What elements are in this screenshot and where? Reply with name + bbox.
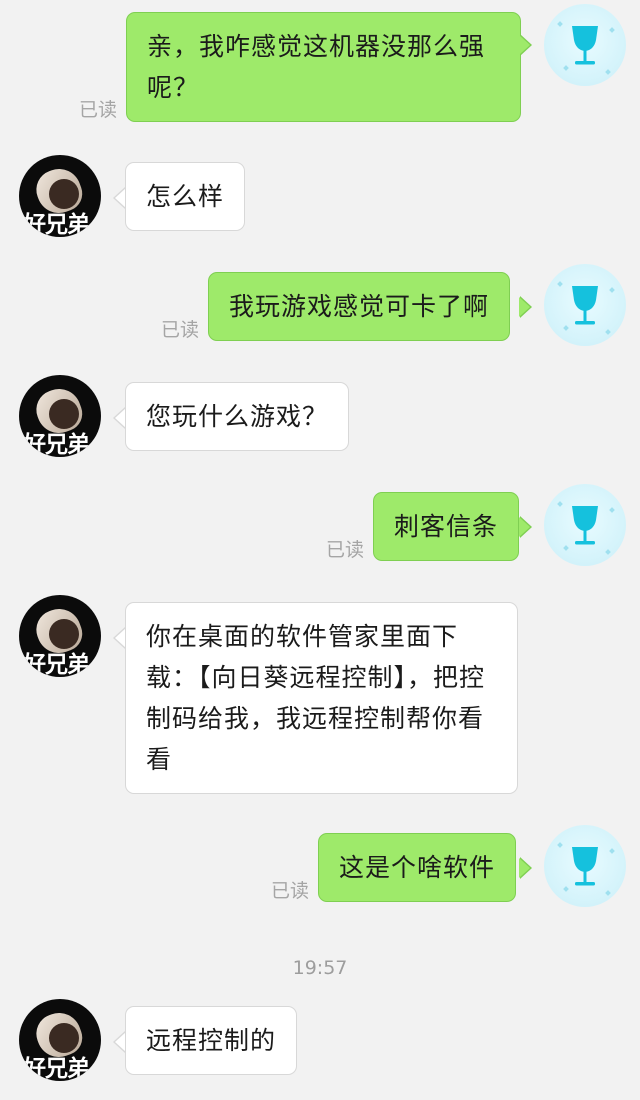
self-avatar[interactable] xyxy=(544,825,626,907)
contact-avatar[interactable]: 好兄弟 xyxy=(19,595,101,677)
message-text: 这是个啥软件 xyxy=(339,853,496,882)
wine-glass-icon xyxy=(572,847,598,886)
avatar-text: 好兄弟 xyxy=(23,432,90,457)
self-avatar[interactable] xyxy=(544,4,626,86)
message-bubble-outgoing[interactable]: 亲，我咋感觉这机器没那么强呢？ xyxy=(126,12,521,122)
message-text: 刺客信条 xyxy=(394,512,499,541)
message-text: 我玩游戏感觉可卡了啊 xyxy=(229,292,490,321)
bubble-tail xyxy=(519,858,530,878)
message-text: 远程控制的 xyxy=(146,1026,277,1055)
bubble-tail xyxy=(519,35,530,55)
avatar-text: 好兄弟 xyxy=(23,1056,90,1081)
wine-glass-icon xyxy=(572,26,598,65)
message-text: 亲，我咋感觉这机器没那么强呢？ xyxy=(147,32,486,102)
self-avatar[interactable] xyxy=(544,264,626,346)
wine-glass-icon xyxy=(572,286,598,325)
avatar-text: 好兄弟 xyxy=(23,652,90,677)
message-text: 怎么样 xyxy=(146,182,225,211)
message-bubble-incoming[interactable]: 你在桌面的软件管家里面下载：【向日葵远程控制】，把控制码给我，我远程控制帮你看看 xyxy=(125,602,518,794)
message-bubble-outgoing[interactable]: 这是个啥软件 xyxy=(318,833,517,902)
message-bubble-incoming[interactable]: 远程控制的 xyxy=(125,1006,298,1075)
contact-avatar[interactable]: 好兄弟 xyxy=(19,375,101,457)
read-receipt: 已读 xyxy=(326,539,365,561)
bubble-tail xyxy=(519,517,530,537)
read-receipt: 已读 xyxy=(161,319,200,341)
bubble-tail xyxy=(519,297,530,317)
avatar-text: 好兄弟 xyxy=(23,212,90,237)
message-text: 您玩什么游戏？ xyxy=(146,402,329,431)
self-avatar[interactable] xyxy=(544,484,626,566)
message-bubble-outgoing[interactable]: 我玩游戏感觉可卡了啊 xyxy=(208,272,511,341)
read-receipt: 已读 xyxy=(79,99,118,121)
message-text: 你在桌面的软件管家里面下载：【向日葵远程控制】，把控制码给我，我远程控制帮你看看 xyxy=(146,622,486,774)
contact-avatar[interactable]: 好兄弟 xyxy=(19,999,101,1081)
message-bubble-incoming[interactable]: 您玩什么游戏？ xyxy=(125,382,350,451)
message-bubble-outgoing[interactable]: 刺客信条 xyxy=(373,492,520,561)
wine-glass-icon xyxy=(572,506,598,545)
contact-avatar[interactable]: 好兄弟 xyxy=(19,155,101,237)
message-bubble-incoming[interactable]: 怎么样 xyxy=(125,162,246,231)
message-timestamp: 19:57 xyxy=(292,957,348,979)
read-receipt: 已读 xyxy=(271,880,310,902)
